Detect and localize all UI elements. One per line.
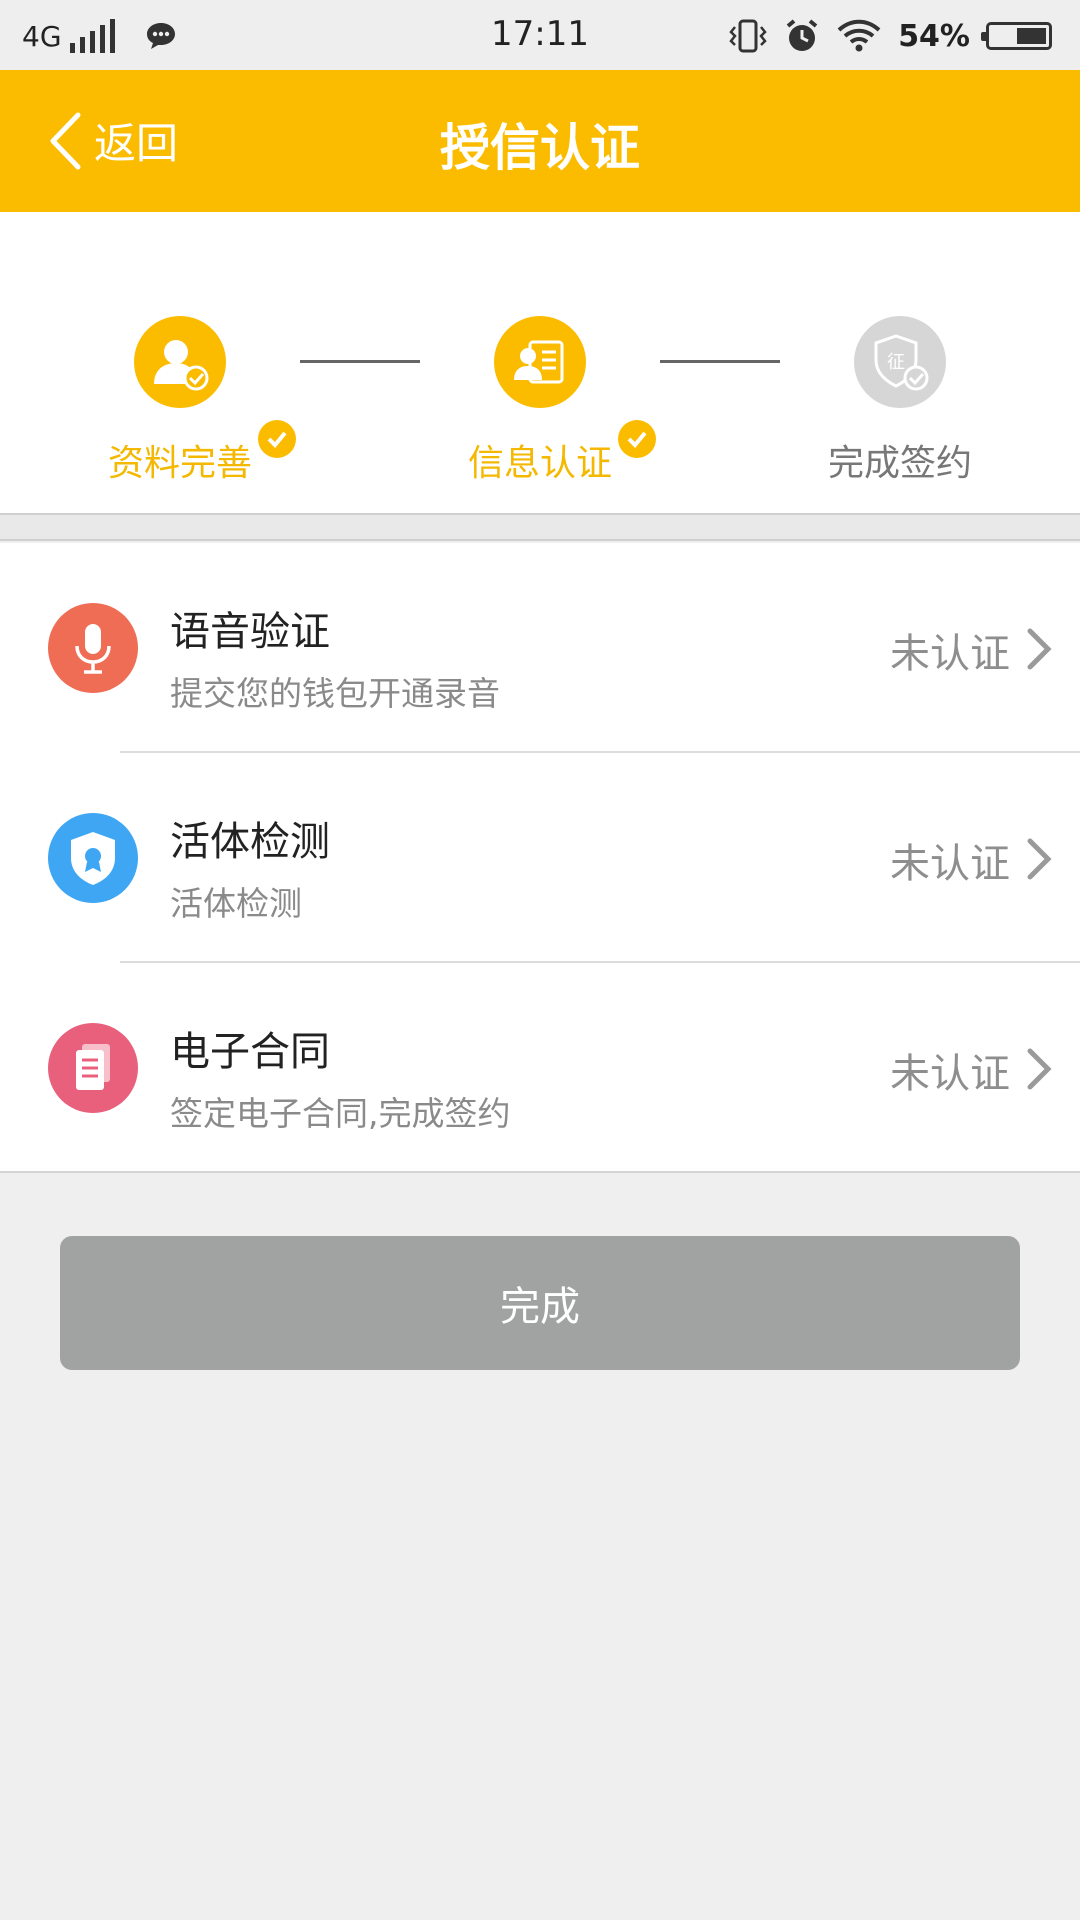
step-connector xyxy=(300,360,420,363)
user-check-icon xyxy=(134,316,226,408)
chevron-right-icon xyxy=(1027,838,1052,880)
status-bar: 4G 17:11 54% xyxy=(0,0,1080,70)
vibrate-icon xyxy=(729,19,767,53)
item-title: 活体检测 xyxy=(170,819,330,865)
status-right: 54% xyxy=(728,14,1052,58)
alarm-icon xyxy=(786,19,818,51)
svg-text:征: 征 xyxy=(887,352,905,373)
document-icon xyxy=(48,1023,138,1113)
progress-steps: 资料完善 信息认证 征 完成签约 xyxy=(0,212,1080,513)
battery-percent: 54% xyxy=(898,18,970,54)
chevron-right-icon xyxy=(1027,628,1052,670)
status-label: 未认证 xyxy=(890,631,1010,677)
check-icon xyxy=(258,420,296,458)
shield-badge-icon xyxy=(48,813,138,903)
list-item-voice-verification[interactable]: 语音验证 提交您的钱包开通录音 未认证 xyxy=(0,543,1080,753)
step-label: 完成签约 xyxy=(827,443,972,484)
step-label: 信息认证 xyxy=(467,443,612,484)
list-item-liveness-detection[interactable]: 活体检测 活体检测 未认证 xyxy=(0,753,1080,963)
check-icon xyxy=(618,420,656,458)
item-title: 语音验证 xyxy=(170,609,330,655)
item-subtitle: 签定电子合同,完成签约 xyxy=(170,1094,511,1133)
verification-list: 语音验证 提交您的钱包开通录音 未认证 活体检测 活体检测 未认证 电子合同 签… xyxy=(0,543,1080,1173)
step-info: 信息认证 xyxy=(410,316,670,486)
item-subtitle: 活体检测 xyxy=(170,884,302,923)
step-sign: 征 完成签约 xyxy=(770,316,1030,486)
step-profile: 资料完善 xyxy=(50,316,310,486)
wifi-icon xyxy=(837,19,881,52)
shield-seal-icon: 征 xyxy=(854,316,946,408)
step-connector xyxy=(660,360,780,363)
item-subtitle: 提交您的钱包开通录音 xyxy=(170,674,500,713)
list-item-e-contract[interactable]: 电子合同 签定电子合同,完成签约 未认证 xyxy=(0,963,1080,1173)
status-label: 未认证 xyxy=(890,841,1010,887)
section-divider xyxy=(0,513,1080,541)
status-label: 未认证 xyxy=(890,1051,1010,1097)
id-card-icon xyxy=(494,316,586,408)
battery-icon xyxy=(981,22,1052,50)
app-header: 返回 授信认证 xyxy=(0,70,1080,212)
microphone-icon xyxy=(48,603,138,693)
step-label: 资料完善 xyxy=(107,443,252,484)
page-title: 授信认证 xyxy=(440,119,640,177)
item-title: 电子合同 xyxy=(170,1029,330,1075)
done-button[interactable]: 完成 xyxy=(60,1236,1020,1370)
chevron-right-icon xyxy=(1027,1048,1052,1090)
